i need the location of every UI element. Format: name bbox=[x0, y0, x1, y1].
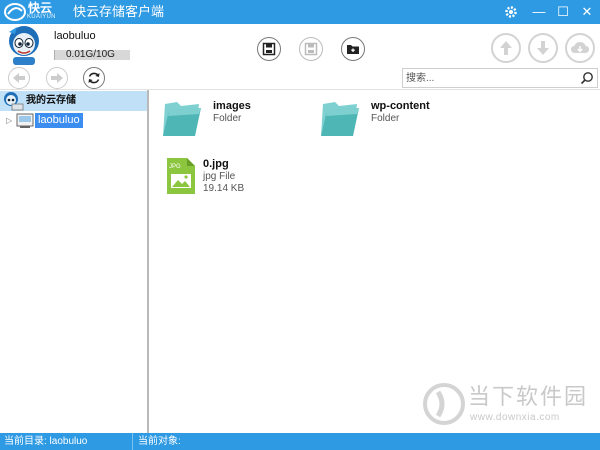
status-current-object: 当前对象: bbox=[138, 436, 181, 447]
logo-text: 快云 bbox=[28, 1, 53, 15]
gear-icon bbox=[505, 6, 517, 18]
app-logo: 快云 KUAIYUN bbox=[4, 1, 64, 23]
file-item-wp-content[interactable]: wp-content Folder bbox=[319, 98, 489, 148]
new-folder-icon bbox=[347, 45, 359, 54]
account-header: laobuluo 0.01G/10G bbox=[0, 24, 600, 66]
download-file-button[interactable] bbox=[299, 37, 323, 61]
file-name: 0.jpg bbox=[203, 158, 229, 170]
file-name: wp-content bbox=[371, 100, 430, 112]
save-disabled-icon bbox=[304, 42, 318, 56]
status-current-directory: 当前目录: laobuluo bbox=[4, 436, 88, 447]
search-input[interactable] bbox=[406, 70, 576, 86]
kuaiyun-logo-icon bbox=[4, 3, 26, 21]
download-button[interactable] bbox=[528, 33, 558, 63]
file-name: images bbox=[213, 100, 251, 112]
drive-icon bbox=[16, 113, 34, 128]
folder-icon bbox=[321, 102, 359, 136]
username: laobuluo bbox=[54, 30, 96, 42]
cloud-download-icon bbox=[571, 42, 589, 53]
file-type: Folder bbox=[371, 113, 400, 124]
navigation-bar bbox=[0, 66, 600, 90]
upload-file-button[interactable] bbox=[257, 37, 281, 61]
expand-chevron-icon[interactable]: ▷ bbox=[6, 116, 14, 126]
logo-subtext: KUAIYUN bbox=[27, 14, 56, 20]
tree-item-label: laobuluo bbox=[35, 113, 83, 128]
refresh-button[interactable] bbox=[83, 67, 105, 89]
tree-root-label: 我的云存储 bbox=[26, 95, 76, 106]
arrow-left-icon bbox=[13, 73, 25, 83]
search-icon[interactable] bbox=[580, 71, 594, 85]
back-button[interactable] bbox=[8, 67, 30, 89]
file-item-images[interactable]: images Folder bbox=[161, 98, 311, 148]
window-title: 快云存储客户端 bbox=[73, 4, 165, 19]
status-divider bbox=[132, 433, 133, 450]
avatar bbox=[9, 26, 39, 65]
folder-icon bbox=[163, 102, 201, 136]
new-folder-button[interactable] bbox=[341, 37, 365, 61]
download-arrow-icon bbox=[537, 41, 549, 55]
watermark: 当下软件园 www.downxia.com bbox=[422, 382, 594, 432]
status-bar: 当前目录: laobuluo 当前对象: bbox=[0, 433, 600, 450]
file-item-0-jpg[interactable]: JPG 0.jpg jpg File 19.14 KB bbox=[165, 156, 315, 198]
refresh-icon bbox=[88, 72, 100, 84]
file-type: Folder bbox=[213, 113, 242, 124]
cloud-storage-mascot-icon bbox=[4, 92, 24, 111]
arrow-right-icon bbox=[51, 73, 63, 83]
save-icon bbox=[262, 42, 276, 56]
search-box bbox=[402, 68, 598, 88]
close-button[interactable]: ✕ bbox=[578, 3, 596, 21]
cloud-download-button[interactable] bbox=[565, 33, 595, 63]
maximize-button[interactable]: ☐ bbox=[554, 3, 572, 21]
quota-text: 0.01G/10G bbox=[66, 49, 115, 60]
minimize-button[interactable]: — bbox=[530, 3, 548, 21]
settings-button[interactable] bbox=[502, 3, 520, 21]
forward-button[interactable] bbox=[46, 67, 68, 89]
file-type: jpg File bbox=[203, 171, 236, 182]
tree-root-my-cloud[interactable]: 我的云存储 bbox=[0, 91, 147, 111]
folder-tree: 我的云存储 ▷ laobuluo bbox=[0, 90, 149, 433]
watermark-logo-icon bbox=[423, 383, 465, 425]
watermark-text: 当下软件园 bbox=[468, 385, 589, 410]
file-size: 19.14 KB bbox=[203, 183, 245, 194]
upload-arrow-icon bbox=[500, 41, 512, 55]
upload-button[interactable] bbox=[491, 33, 521, 63]
image-file-icon: JPG bbox=[167, 158, 195, 194]
title-bar: 快云 KUAIYUN 快云存储客户端 — ☐ ✕ bbox=[0, 0, 600, 24]
jpg-badge: JPG bbox=[169, 164, 181, 170]
quota-progress-fill bbox=[54, 50, 55, 60]
watermark-url: www.downxia.com bbox=[470, 412, 560, 423]
